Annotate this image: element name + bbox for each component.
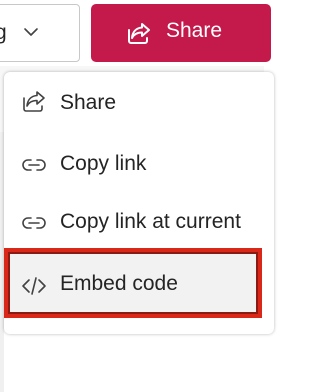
link-icon: [22, 159, 46, 171]
menu-item-label: Embed code: [60, 272, 178, 295]
share-button-label: Share: [166, 19, 223, 42]
view-dropdown-value: g: [0, 21, 7, 44]
share-button[interactable]: Share: [91, 4, 271, 62]
share-icon: [128, 23, 150, 44]
menu-item-embed-code[interactable]: Embed code: [4, 248, 262, 318]
toolbar: g Share: [0, 0, 271, 66]
menu-item-share[interactable]: Share: [4, 74, 274, 132]
share-icon: [23, 91, 45, 112]
menu-item-copy-link[interactable]: Copy link: [4, 136, 274, 194]
menu-item-label: Copy link: [60, 152, 147, 175]
menu-item-label: Copy link at current: [60, 210, 241, 233]
view-dropdown[interactable]: g: [0, 4, 80, 62]
chevron-down-icon: [24, 28, 38, 36]
link-icon: [22, 217, 46, 229]
code-icon: [22, 277, 46, 295]
menu-item-copy-link-at-current[interactable]: Copy link at current: [4, 194, 274, 252]
menu-item-label: Share: [60, 91, 117, 114]
